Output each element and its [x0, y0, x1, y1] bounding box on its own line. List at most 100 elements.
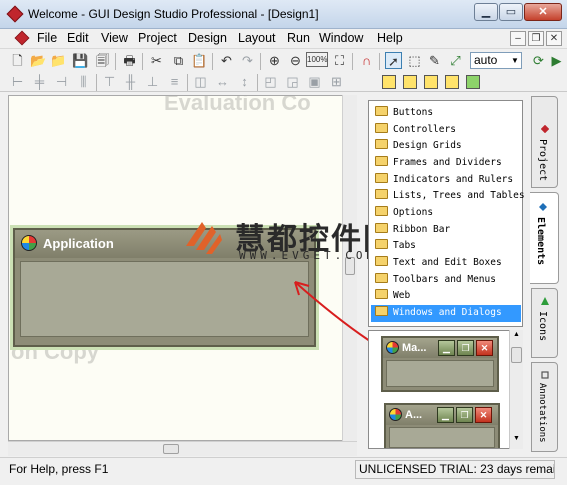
- run-icon[interactable]: ▶: [548, 52, 565, 69]
- save-all-icon[interactable]: 🗐: [94, 52, 111, 69]
- tab-annotations[interactable]: Annotations: [531, 362, 558, 452]
- connect-tool-icon[interactable]: ⤢: [447, 52, 464, 69]
- scroll-down-icon[interactable]: ▼: [511, 435, 522, 447]
- pointer-icon[interactable]: ➚: [385, 52, 402, 69]
- copy-icon[interactable]: ⧉: [170, 52, 187, 69]
- preview-scrollbar[interactable]: ▲ ▼: [509, 330, 523, 449]
- document-icon[interactable]: [14, 30, 30, 46]
- same-width-icon[interactable]: ↔: [214, 73, 231, 90]
- align-right-icon[interactable]: ⊣: [53, 73, 70, 90]
- preview-app-window[interactable]: A... ▁ ❐ ✕: [384, 403, 500, 448]
- open-project-icon[interactable]: 📁: [50, 52, 67, 69]
- minimize-icon: ▁: [438, 340, 455, 356]
- paste-icon[interactable]: 📋: [191, 52, 208, 69]
- send-back-icon[interactable]: ◲: [284, 73, 301, 90]
- group-icon[interactable]: ▣: [306, 73, 323, 90]
- list-item[interactable]: Design Grids: [371, 138, 521, 155]
- mdi-minimize-button[interactable]: –: [510, 31, 526, 46]
- tab-project[interactable]: Project: [531, 96, 558, 188]
- align-center-icon[interactable]: ╪: [31, 73, 48, 90]
- mdi-close-button[interactable]: ✕: [546, 31, 562, 46]
- mdi-restore-button[interactable]: ❐: [528, 31, 544, 46]
- align-bottom-icon[interactable]: ⊥: [144, 73, 161, 90]
- tab-elements[interactable]: Elements: [530, 192, 559, 284]
- layer-5-icon[interactable]: [466, 75, 480, 89]
- preview-window-client: [389, 427, 495, 448]
- tab-icons[interactable]: Icons: [531, 288, 558, 358]
- folder-icon: [375, 256, 388, 266]
- tab-project-label: Project: [537, 139, 548, 182]
- list-item[interactable]: Options: [371, 205, 521, 222]
- list-item-label: Controllers: [393, 124, 456, 135]
- zoom-in-icon[interactable]: ⊕: [266, 52, 283, 69]
- align-middle-icon[interactable]: ╫: [122, 73, 139, 90]
- layer-4-icon[interactable]: [445, 75, 459, 89]
- undo-icon[interactable]: ↶: [218, 52, 235, 69]
- bring-front-icon[interactable]: ◰: [262, 73, 279, 90]
- minimize-button[interactable]: ▁: [474, 3, 498, 21]
- menu-project[interactable]: Project: [138, 31, 177, 45]
- menu-view[interactable]: View: [101, 31, 128, 45]
- list-item[interactable]: Controllers: [371, 122, 521, 139]
- main-toolbar: 🗋 📂 📁 💾 🗐 🖶 ✂ ⧉ 📋 ↶ ↷ ⊕ ⊖ 100% ⛶ ∩ ➚ ⬚ ✎…: [0, 48, 567, 72]
- list-item[interactable]: Ribbon Bar: [371, 222, 521, 239]
- list-item[interactable]: Tabs: [371, 238, 521, 255]
- print-icon[interactable]: 🖶: [121, 52, 138, 69]
- layer-2-icon[interactable]: [403, 75, 417, 89]
- maximize-button[interactable]: ▭: [499, 3, 523, 21]
- preview-scroll-thumb[interactable]: [511, 347, 522, 363]
- horizontal-scroll-thumb[interactable]: [163, 444, 179, 454]
- layer-3-icon[interactable]: [424, 75, 438, 89]
- zoom-select[interactable]: auto ▼: [470, 52, 522, 69]
- cut-icon[interactable]: ✂: [148, 52, 165, 69]
- menu-design[interactable]: Design: [188, 31, 227, 45]
- list-item[interactable]: Frames and Dividers: [371, 155, 521, 172]
- side-tabs: Project Elements Icons Annotations: [530, 96, 561, 453]
- close-button[interactable]: ✕: [524, 3, 562, 21]
- menu-help[interactable]: Help: [377, 31, 403, 45]
- zoom-out-icon[interactable]: ⊖: [287, 52, 304, 69]
- list-item[interactable]: Web: [371, 288, 521, 305]
- same-height-icon[interactable]: ↕: [236, 73, 253, 90]
- list-item-label: Frames and Dividers: [393, 157, 502, 168]
- list-item[interactable]: Text and Edit Boxes: [371, 255, 521, 272]
- icons-tab-icon: [541, 297, 549, 305]
- open-folder-icon[interactable]: 📂: [30, 52, 47, 69]
- toolbar-separator: [257, 74, 258, 91]
- zoom-100-icon[interactable]: 100%: [306, 52, 328, 67]
- layer-1-icon[interactable]: [382, 75, 396, 89]
- preview-main-window[interactable]: Ma... ▁ ❐ ✕: [381, 336, 499, 392]
- list-item[interactable]: Toolbars and Menus: [371, 272, 521, 289]
- magnet-icon[interactable]: ∩: [358, 52, 375, 69]
- folder-icon: [375, 206, 388, 216]
- align-top-icon[interactable]: ⊤: [101, 73, 118, 90]
- folder-icon: [375, 273, 388, 283]
- align-left-icon[interactable]: ⊢: [9, 73, 26, 90]
- zoom-fit-icon[interactable]: ⛶: [331, 52, 348, 69]
- list-item-selected[interactable]: Windows and Dialogs: [371, 305, 521, 322]
- scroll-up-icon[interactable]: ▲: [511, 331, 522, 343]
- menu-window[interactable]: Window: [319, 31, 363, 45]
- folder-icon: [375, 306, 388, 316]
- space-vertical-icon[interactable]: ≡: [166, 73, 183, 90]
- menu-edit[interactable]: Edit: [67, 31, 89, 45]
- ungroup-icon[interactable]: ⊞: [328, 73, 345, 90]
- redo-icon[interactable]: ↷: [239, 52, 256, 69]
- link-tool-icon[interactable]: ✎: [426, 52, 443, 69]
- select-element-icon[interactable]: ⬚: [406, 52, 423, 69]
- design-window-client[interactable]: [20, 261, 309, 337]
- space-horizontal-icon[interactable]: ⫼: [75, 73, 92, 90]
- canvas-vertical-scrollbar[interactable]: [342, 95, 357, 441]
- list-item[interactable]: Buttons: [371, 105, 521, 122]
- menu-file[interactable]: File: [37, 31, 57, 45]
- canvas-horizontal-scrollbar[interactable]: [8, 441, 357, 456]
- list-item[interactable]: Indicators and Rulers: [371, 172, 521, 189]
- tab-elements-label: Elements: [535, 217, 546, 266]
- menu-layout[interactable]: Layout: [238, 31, 276, 45]
- new-file-icon[interactable]: 🗋: [9, 52, 26, 69]
- refresh-icon[interactable]: ⟳: [530, 52, 547, 69]
- save-icon[interactable]: 💾: [72, 52, 89, 69]
- menu-run[interactable]: Run: [287, 31, 310, 45]
- list-item[interactable]: Lists, Trees and Tables: [371, 188, 525, 205]
- same-size-icon[interactable]: ◫: [192, 73, 209, 90]
